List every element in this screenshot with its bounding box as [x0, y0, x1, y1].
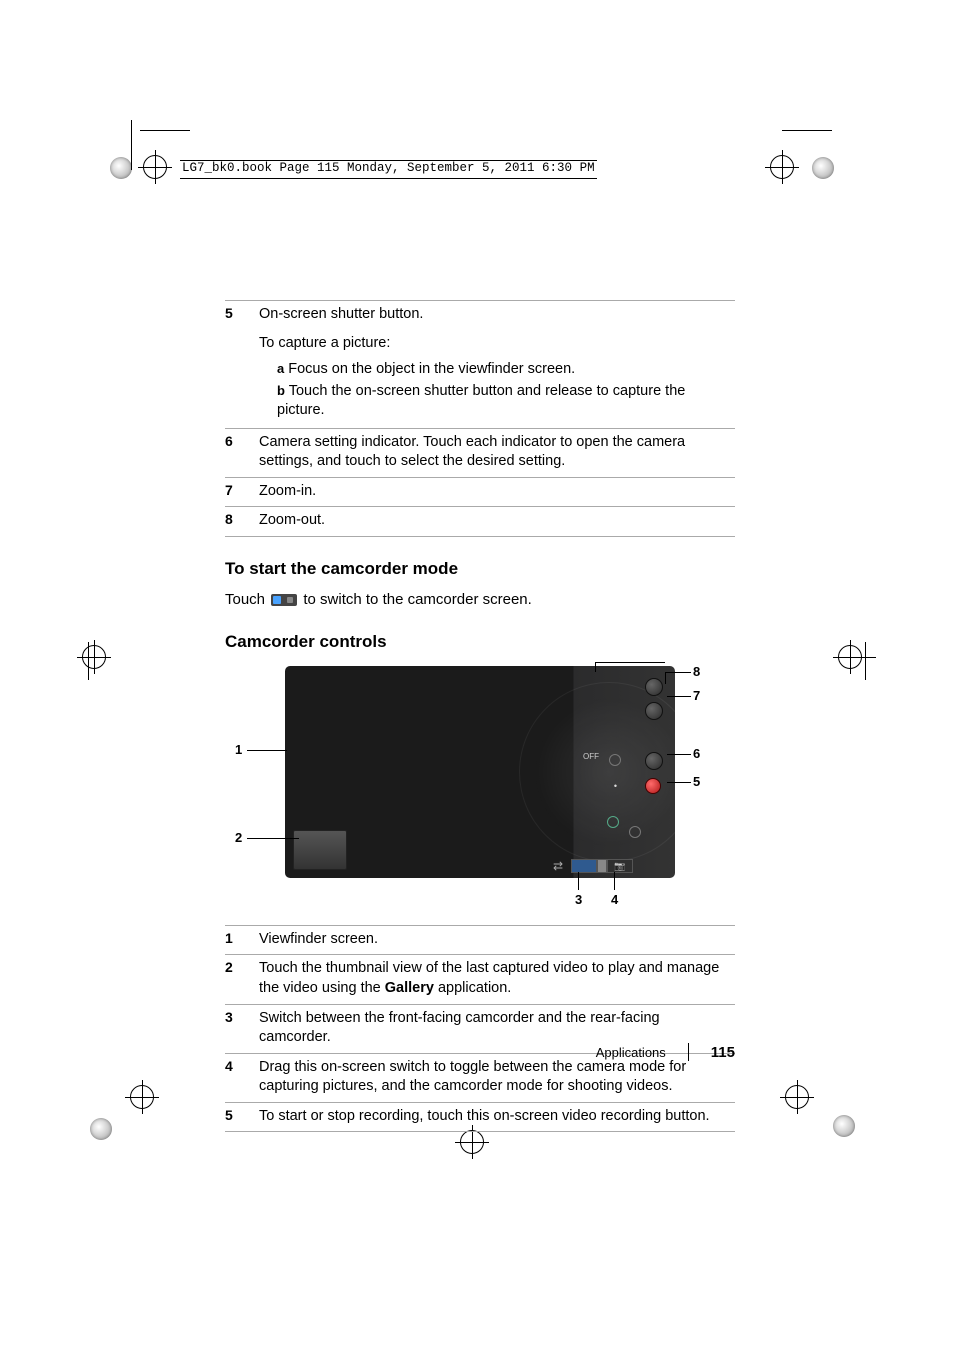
- table-row: 6 Camera setting indicator. Touch each i…: [225, 429, 735, 478]
- camera-switch-icon: ⇄: [553, 859, 567, 873]
- table-row: 8 Zoom-out.: [225, 507, 735, 537]
- row-text: Camera setting indicator. Touch each ind…: [259, 433, 735, 472]
- zoom-out-button: [645, 678, 663, 696]
- sub-step-text: Touch the on-screen shutter button and r…: [277, 383, 685, 418]
- flash-label: •: [614, 781, 617, 791]
- body-text-fragment: to switch to the camcorder screen.: [299, 591, 532, 608]
- off-label: OFF: [583, 752, 599, 761]
- sub-step-letter: b: [277, 383, 285, 398]
- row-text: Zoom-in.: [259, 482, 735, 502]
- callout-number: 3: [575, 892, 582, 907]
- table-row: 5 To start or stop recording, touch this…: [225, 1103, 735, 1133]
- callout-number: 7: [693, 688, 700, 703]
- mode-handle: [597, 859, 607, 873]
- register-target-icon: [785, 1085, 809, 1109]
- print-dial-icon: [90, 1118, 112, 1140]
- zoom-in-button: [645, 702, 663, 720]
- record-button: [645, 778, 661, 794]
- row-number: 6: [225, 433, 259, 472]
- row-number: 5: [225, 1107, 259, 1127]
- page-footer: Applications 115: [225, 1043, 735, 1061]
- register-target-icon: [130, 1085, 154, 1109]
- setting-dot: [607, 816, 619, 828]
- callout-number: 2: [235, 830, 242, 845]
- body-text: Touch to switch to the camcorder screen.: [225, 589, 735, 610]
- camcorder-controls-table: 1 Viewfinder screen. 2 Touch the thumbna…: [225, 925, 735, 1133]
- gallery-app-name: Gallery: [385, 980, 434, 996]
- row-text: Switch between the front-facing camcorde…: [259, 1009, 735, 1048]
- table-row: 1 Viewfinder screen.: [225, 925, 735, 956]
- callout-number: 5: [693, 774, 700, 789]
- row-text: On-screen shutter button.: [259, 305, 735, 325]
- mode-switch-bar: ⇄: [553, 859, 633, 873]
- row-number: 5: [225, 305, 259, 423]
- row-number: 7: [225, 482, 259, 502]
- footer-section-label: Applications: [596, 1045, 666, 1060]
- sub-step-letter: a: [277, 361, 284, 376]
- camcorder-switch-icon: [271, 594, 297, 606]
- row-number: 4: [225, 1058, 259, 1097]
- print-job-header: LG7_bk0.book Page 115 Monday, September …: [180, 160, 597, 179]
- row-number: 3: [225, 1009, 259, 1048]
- row-text: Touch the thumbnail view of the last cap…: [259, 959, 735, 998]
- camera-mode-tile: [607, 859, 633, 873]
- page-number: 115: [711, 1044, 735, 1061]
- table-row: 2 Touch the thumbnail view of the last c…: [225, 955, 735, 1004]
- footer-separator: [688, 1043, 689, 1061]
- callout-number: 6: [693, 746, 700, 761]
- register-target-icon: [770, 155, 794, 179]
- camcorder-figure: • OFF ⇄ 1 2 3 4 8 7 6 5: [225, 662, 735, 907]
- setting-dot: [609, 754, 621, 766]
- callout-number: 1: [235, 742, 242, 757]
- row-text: Viewfinder screen.: [259, 930, 735, 950]
- callout-number: 8: [693, 664, 700, 679]
- register-target-icon: [143, 155, 167, 179]
- table-row: 7 Zoom-in.: [225, 478, 735, 508]
- section-heading: To start the camcorder mode: [225, 559, 735, 579]
- table-row: 5 On-screen shutter button. To capture a…: [225, 300, 735, 429]
- register-target-icon: [460, 1130, 484, 1154]
- last-video-thumbnail: [293, 830, 347, 870]
- row-text: To start or stop recording, touch this o…: [259, 1107, 735, 1127]
- section-heading: Camcorder controls: [225, 632, 735, 652]
- row-number: 1: [225, 930, 259, 950]
- setting-indicator: [645, 752, 663, 770]
- row-text: To capture a picture:: [259, 334, 735, 354]
- callout-number: 4: [611, 892, 618, 907]
- sub-step-text: Focus on the object in the viewfinder sc…: [288, 361, 575, 377]
- print-dial-icon: [110, 157, 132, 179]
- camcorder-mode-tile: [571, 859, 597, 873]
- camcorder-screenshot: • OFF ⇄: [285, 666, 675, 878]
- row-text: Drag this on-screen switch to toggle bet…: [259, 1058, 735, 1097]
- print-dial-icon: [833, 1115, 855, 1137]
- setting-dot: [629, 826, 641, 838]
- row-number: 2: [225, 959, 259, 998]
- body-text-fragment: Touch: [225, 591, 269, 608]
- row-text: Zoom-out.: [259, 511, 735, 531]
- camera-controls-table-continued: 5 On-screen shutter button. To capture a…: [225, 300, 735, 537]
- page-content: 5 On-screen shutter button. To capture a…: [225, 300, 735, 1132]
- print-dial-icon: [812, 157, 834, 179]
- table-row: 4 Drag this on-screen switch to toggle b…: [225, 1054, 735, 1103]
- row-number: 8: [225, 511, 259, 531]
